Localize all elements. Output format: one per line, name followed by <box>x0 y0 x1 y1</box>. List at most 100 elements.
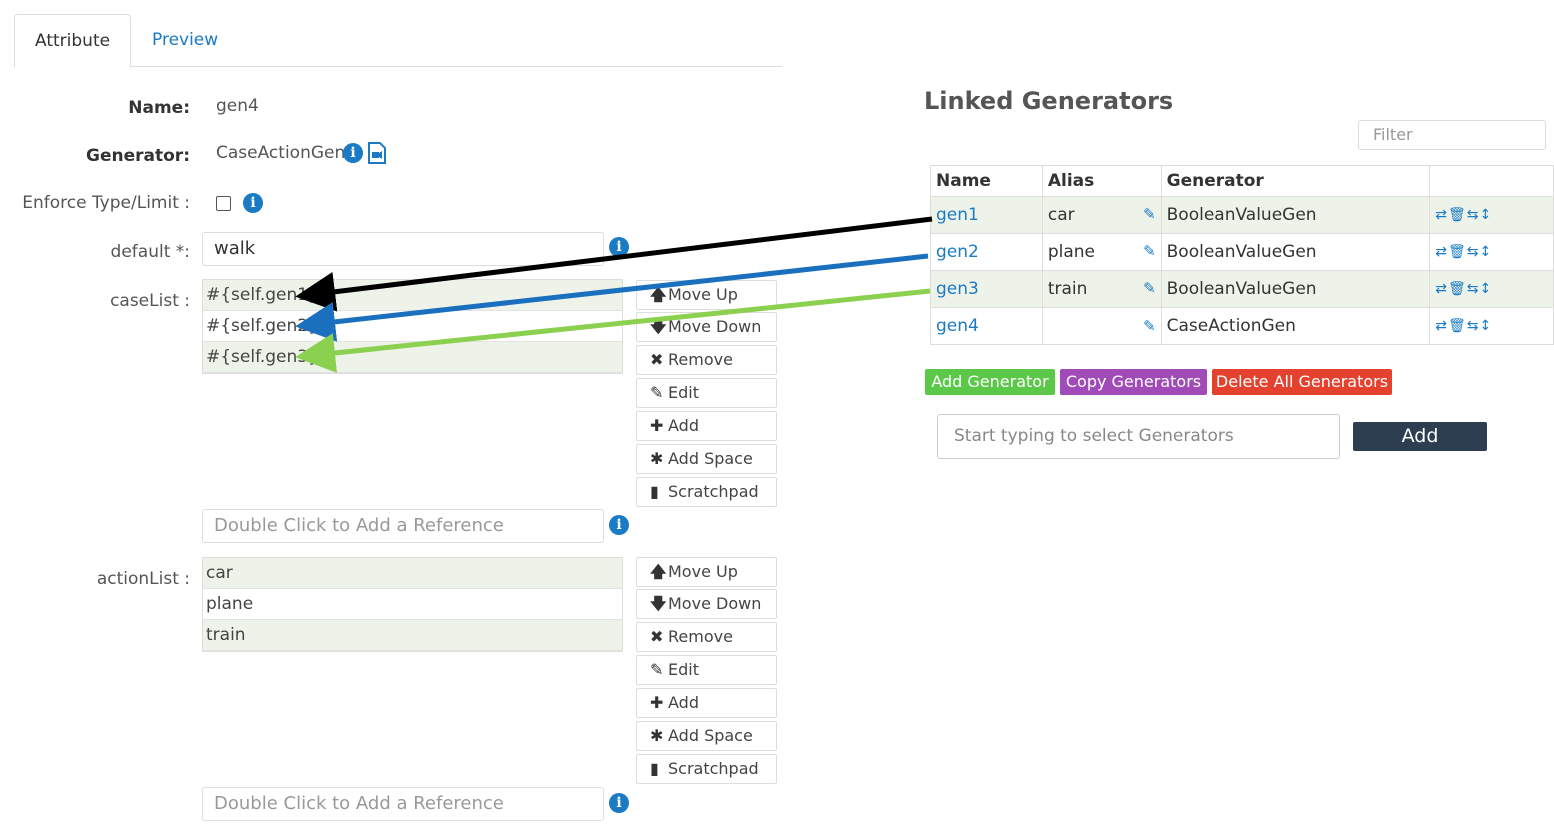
actionlist-move-down-button[interactable]: 🡇Move Down <box>636 589 777 619</box>
add-generator-button[interactable]: Add Generator <box>925 369 1055 395</box>
enforce-label: Enforce Type/Limit : <box>22 193 190 213</box>
x-icon: ✖ <box>650 350 664 369</box>
repeat-icon[interactable]: ⇄ <box>1435 207 1448 223</box>
caselist-add-space-button[interactable]: ✱ Add Space <box>636 444 777 474</box>
generator-type: BooleanValueGen <box>1160 270 1431 308</box>
generator-alias: train <box>1047 279 1088 299</box>
actionlist-add-space-button[interactable]: ✱ Add Space <box>636 721 777 751</box>
generator-name-link[interactable]: gen1 <box>936 205 979 225</box>
actionlist-move-up-button[interactable]: 🡅Move Up <box>636 557 777 587</box>
col-alias-header[interactable]: Alias <box>1041 165 1162 197</box>
enforce-checkbox[interactable] <box>216 196 231 211</box>
generator-type: BooleanValueGen <box>1160 233 1431 271</box>
pencil-icon[interactable]: ✎ <box>1143 279 1156 297</box>
move-vertical-icon[interactable]: ↕ <box>1480 207 1493 223</box>
caselist-label: caseList : <box>110 291 190 311</box>
generator-video-icon[interactable] <box>367 142 387 164</box>
filter-input[interactable]: Filter <box>1358 120 1546 150</box>
default-input[interactable]: walk <box>202 232 604 266</box>
caselist-move-up-button[interactable]: 🡅Move Up <box>636 280 777 310</box>
arrow-down-icon: 🡇 <box>650 317 667 336</box>
row-actions: ⇄🗑⇆↕ <box>1429 307 1554 345</box>
actionlist-reference-input[interactable]: Double Click to Add a Reference <box>202 787 604 821</box>
actionlist-scratchpad-button[interactable]: ▮ Scratchpad <box>636 754 777 784</box>
table-row: gen4 ✎ CaseActionGen ⇄🗑⇆↕ <box>930 307 1554 345</box>
caselist-scratchpad-button[interactable]: ▮ Scratchpad <box>636 477 777 507</box>
table-row: gen1 car ✎ BooleanValueGen ⇄🗑⇆↕ <box>930 196 1554 234</box>
caselist-item-1[interactable]: #{self.gen1} <box>203 280 622 311</box>
generator-name-link[interactable]: gen4 <box>936 316 979 336</box>
enforce-info-icon[interactable]: i <box>243 193 263 213</box>
tab-bar: Attribute Preview <box>14 14 782 68</box>
arrow-up-icon: 🡅 <box>650 285 667 304</box>
generator-typeahead-input[interactable]: Start typing to select Generators <box>937 414 1340 459</box>
trash-icon[interactable]: 🗑 <box>1448 318 1467 334</box>
swap-icon[interactable]: ⇆ <box>1467 318 1480 334</box>
generator-value: CaseActionGen <box>216 143 346 163</box>
delete-all-generators-button[interactable]: Delete All Generators <box>1212 369 1392 395</box>
plus-icon: ✚ <box>650 416 664 435</box>
linked-generators-title: Linked Generators <box>924 87 1174 115</box>
row-actions: ⇄🗑⇆↕ <box>1429 233 1554 271</box>
actionlist-add-button[interactable]: ✚ Add <box>636 688 777 718</box>
arrow-up-icon: 🡅 <box>650 562 667 581</box>
actionlist-edit-button[interactable]: ✎ Edit <box>636 655 777 685</box>
copy-generators-button[interactable]: Copy Generators <box>1060 369 1207 395</box>
repeat-icon[interactable]: ⇄ <box>1435 318 1448 334</box>
arrow-down-icon: 🡇 <box>650 594 667 613</box>
table-row: gen3 train ✎ BooleanValueGen ⇄🗑⇆↕ <box>930 270 1554 308</box>
swap-icon[interactable]: ⇆ <box>1467 207 1480 223</box>
table-row: gen2 plane ✎ BooleanValueGen ⇄🗑⇆↕ <box>930 233 1554 271</box>
generator-type: CaseActionGen <box>1160 307 1431 345</box>
trash-icon[interactable]: 🗑 <box>1448 207 1467 223</box>
row-actions: ⇄🗑⇆↕ <box>1429 196 1554 234</box>
trash-icon[interactable]: 🗑 <box>1448 281 1467 297</box>
generator-type: BooleanValueGen <box>1160 196 1431 234</box>
asterisk-icon: ✱ <box>650 726 664 745</box>
actionlist-reference-info-icon[interactable]: i <box>609 793 629 813</box>
tab-preview[interactable]: Preview <box>132 14 238 67</box>
col-name-header[interactable]: Name <box>930 165 1043 197</box>
generator-label: Generator: <box>86 146 190 166</box>
actionlist-item-2[interactable]: plane <box>203 589 622 620</box>
pencil-icon[interactable]: ✎ <box>1143 205 1156 223</box>
caselist-remove-button[interactable]: ✖ Remove <box>636 345 777 375</box>
actionlist-item-1[interactable]: car <box>203 558 622 589</box>
generator-name-link[interactable]: gen3 <box>936 279 979 299</box>
actionlist-item-3[interactable]: train <box>203 620 622 651</box>
caselist-edit-button[interactable]: ✎ Edit <box>636 378 777 408</box>
caselist-item-3[interactable]: #{self.gen3} <box>203 342 622 373</box>
pencil-icon[interactable]: ✎ <box>1143 317 1156 335</box>
caselist-box[interactable]: #{self.gen1} #{self.gen2} #{self.gen3} <box>202 279 623 374</box>
move-vertical-icon[interactable]: ↕ <box>1480 281 1493 297</box>
table-header-row: Name Alias Generator <box>930 165 1554 197</box>
trash-icon[interactable]: 🗑 <box>1448 244 1467 260</box>
row-actions: ⇄🗑⇆↕ <box>1429 270 1554 308</box>
swap-icon[interactable]: ⇆ <box>1467 244 1480 260</box>
col-generator-header[interactable]: Generator <box>1160 165 1431 197</box>
move-vertical-icon[interactable]: ↕ <box>1480 318 1493 334</box>
caselist-reference-info-icon[interactable]: i <box>609 515 629 535</box>
actionlist-label: actionList : <box>96 569 190 589</box>
caselist-add-button[interactable]: ✚ Add <box>636 411 777 441</box>
x-icon: ✖ <box>650 627 664 646</box>
pencil-icon: ✎ <box>650 383 664 402</box>
caselist-move-down-button[interactable]: 🡇Move Down <box>636 312 777 342</box>
move-vertical-icon[interactable]: ↕ <box>1480 244 1493 260</box>
repeat-icon[interactable]: ⇄ <box>1435 281 1448 297</box>
pencil-icon[interactable]: ✎ <box>1143 242 1156 260</box>
swap-icon[interactable]: ⇆ <box>1467 281 1480 297</box>
actionlist-remove-button[interactable]: ✖ Remove <box>636 622 777 652</box>
actionlist-buttons: 🡅Move Up 🡇Move Down ✖ Remove ✎ Edit ✚ Add ✱… <box>636 557 777 784</box>
pencil-icon: ✎ <box>650 660 664 679</box>
generator-info-icon[interactable]: i <box>343 143 363 163</box>
default-label: default *: <box>110 242 190 262</box>
generator-name-link[interactable]: gen2 <box>936 242 979 262</box>
tab-attribute[interactable]: Attribute <box>14 14 132 68</box>
default-info-icon[interactable]: i <box>609 237 629 257</box>
add-generator-submit-button[interactable]: Add <box>1353 422 1487 451</box>
repeat-icon[interactable]: ⇄ <box>1435 244 1448 260</box>
caselist-reference-input[interactable]: Double Click to Add a Reference <box>202 509 604 543</box>
caselist-item-2[interactable]: #{self.gen2} <box>203 311 622 342</box>
actionlist-box[interactable]: car plane train <box>202 557 623 652</box>
